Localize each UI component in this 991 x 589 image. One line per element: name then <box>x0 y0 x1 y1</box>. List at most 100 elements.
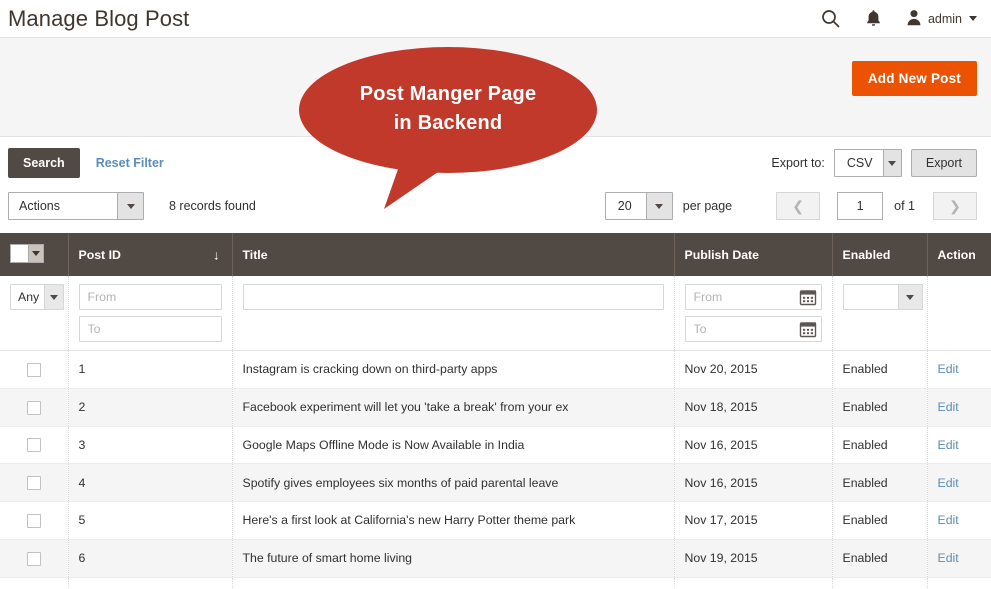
column-header-select <box>0 233 69 276</box>
pagination: ❮ of 1 ❯ <box>776 192 977 220</box>
filter-cell-enabled <box>832 276 928 351</box>
row-checkbox-cell <box>0 501 69 540</box>
top-header-bar: Manage Blog Post admin <box>0 0 991 37</box>
column-header-title[interactable]: Title <box>232 233 675 276</box>
chevron-right-icon[interactable]: ❯ <box>933 192 977 220</box>
cell-enabled: Enabled <box>832 577 928 589</box>
chevron-down-icon <box>44 285 63 309</box>
chevron-down-icon <box>969 16 977 21</box>
row-checkbox[interactable] <box>26 513 41 528</box>
cell-enabled: Enabled <box>832 388 928 427</box>
edit-link[interactable]: Edit <box>938 476 959 490</box>
arrow-down-icon: ↓ <box>213 247 220 262</box>
cell-post-id: 4 <box>68 463 233 502</box>
table-row[interactable]: 3 Google Maps Offline Mode is Now Availa… <box>0 426 991 465</box>
chevron-left-icon[interactable]: ❮ <box>776 192 821 220</box>
column-header-publish-date[interactable]: Publish Date <box>674 233 833 276</box>
toolbar-row-bottom: Actions 8 records found 20 per page ❮ of… <box>8 190 977 222</box>
grid-body: 1 Instagram is cracking down on third-pa… <box>0 350 991 589</box>
filter-post-id-from[interactable] <box>78 284 222 310</box>
page-total-label: of 1 <box>894 199 915 213</box>
actions-select[interactable]: Actions <box>8 192 144 220</box>
filter-select-enabled[interactable] <box>842 284 923 310</box>
user-menu[interactable]: admin <box>906 9 977 29</box>
cell-action: Edit <box>927 577 991 589</box>
page-number-input[interactable] <box>837 192 884 220</box>
row-checkbox-cell <box>0 388 69 427</box>
panel-band: Add New Post <box>0 37 991 137</box>
cell-action: Edit <box>927 426 991 465</box>
edit-link[interactable]: Edit <box>938 513 959 527</box>
filter-title-input[interactable] <box>242 284 664 310</box>
edit-link[interactable]: Edit <box>938 400 959 414</box>
cell-enabled: Enabled <box>832 426 928 465</box>
filter-row: Any <box>0 276 991 351</box>
table-row[interactable]: 2 Facebook experiment will let you 'take… <box>0 388 991 427</box>
search-icon[interactable] <box>820 8 842 30</box>
grid-header: Post ID ↓ Title Publish Date Enabled Act… <box>0 233 991 276</box>
row-checkbox[interactable] <box>26 476 41 490</box>
edit-link[interactable]: Edit <box>938 362 959 376</box>
row-checkbox-cell <box>0 350 69 389</box>
filter-select-any[interactable]: Any <box>10 284 64 310</box>
row-checkbox-cell <box>0 577 69 589</box>
table-row[interactable]: 4 Spotify gives employees six months of … <box>0 463 991 502</box>
page-title: Manage Blog Post <box>8 6 190 31</box>
filter-cell-title <box>232 276 675 351</box>
table-row[interactable]: 6 The future of smart home living Nov 19… <box>0 539 991 578</box>
cell-title: Spotify gives employees six months of pa… <box>232 463 675 502</box>
row-checkbox-cell <box>0 426 69 465</box>
row-checkbox[interactable] <box>26 438 41 453</box>
cell-action: Edit <box>927 388 991 427</box>
column-header-post-id[interactable]: Post ID ↓ <box>68 233 233 276</box>
export-format-select[interactable]: CSV <box>833 149 902 177</box>
row-checkbox[interactable] <box>26 551 41 566</box>
column-label-title: Title <box>242 247 268 262</box>
column-label-post-id: Post ID <box>78 247 121 262</box>
cell-post-id: 7 <box>68 577 233 589</box>
bell-icon[interactable] <box>863 8 885 30</box>
massaction-select[interactable] <box>10 244 44 263</box>
grid-filters: Any <box>0 276 991 351</box>
row-checkbox[interactable] <box>26 400 41 415</box>
cell-title: Facebook experiment will let you 'take a… <box>232 388 675 427</box>
add-new-post-button[interactable]: Add New Post <box>851 61 977 96</box>
row-checkbox[interactable] <box>26 362 41 377</box>
column-header-enabled[interactable]: Enabled <box>832 233 928 276</box>
edit-link[interactable]: Edit <box>938 438 959 452</box>
toolbar-row-top: Search Reset Filter Export to: CSV Expor… <box>8 147 977 179</box>
export-button[interactable]: Export <box>910 149 977 177</box>
cell-publish-date: Nov 15, 2015 <box>674 577 833 589</box>
chevron-down-icon <box>645 193 672 219</box>
chevron-down-icon <box>28 245 43 262</box>
cell-publish-date: Nov 18, 2015 <box>674 388 833 427</box>
reset-filter-link[interactable]: Reset Filter <box>96 156 164 170</box>
calendar-icon[interactable] <box>799 320 817 338</box>
table-row[interactable]: 5 Here's a first look at California's ne… <box>0 501 991 540</box>
cell-post-id: 5 <box>68 501 233 540</box>
column-header-action: Action <box>927 233 991 276</box>
actions-select-value: Actions <box>19 199 60 213</box>
filter-cell-action <box>927 276 991 351</box>
per-page-select[interactable]: 20 <box>604 192 673 220</box>
chevron-down-icon <box>882 150 901 176</box>
cell-title: Instagram is cracking down on third-part… <box>232 350 675 389</box>
cell-title: LG Watch Urbane 2nd Edition LTE pulled f… <box>232 577 675 589</box>
grid-toolbar: Search Reset Filter Export to: CSV Expor… <box>0 137 991 222</box>
search-button[interactable]: Search <box>8 148 80 178</box>
cell-action: Edit <box>927 501 991 540</box>
filter-date-to-wrap <box>684 316 822 342</box>
person-icon <box>906 9 922 29</box>
user-menu-label: admin <box>927 11 962 26</box>
cell-post-id: 1 <box>68 350 233 389</box>
table-row[interactable]: 1 Instagram is cracking down on third-pa… <box>0 350 991 389</box>
edit-link[interactable]: Edit <box>938 551 959 565</box>
per-page-value: 20 <box>617 199 632 213</box>
filter-post-id-to[interactable] <box>78 316 222 342</box>
filter-select-enabled-value <box>844 285 898 309</box>
calendar-icon[interactable] <box>799 288 817 306</box>
cell-publish-date: Nov 17, 2015 <box>674 501 833 540</box>
cell-publish-date: Nov 20, 2015 <box>674 350 833 389</box>
table-row[interactable]: 7 LG Watch Urbane 2nd Edition LTE pulled… <box>0 577 991 589</box>
cell-title: The future of smart home living <box>232 539 675 578</box>
